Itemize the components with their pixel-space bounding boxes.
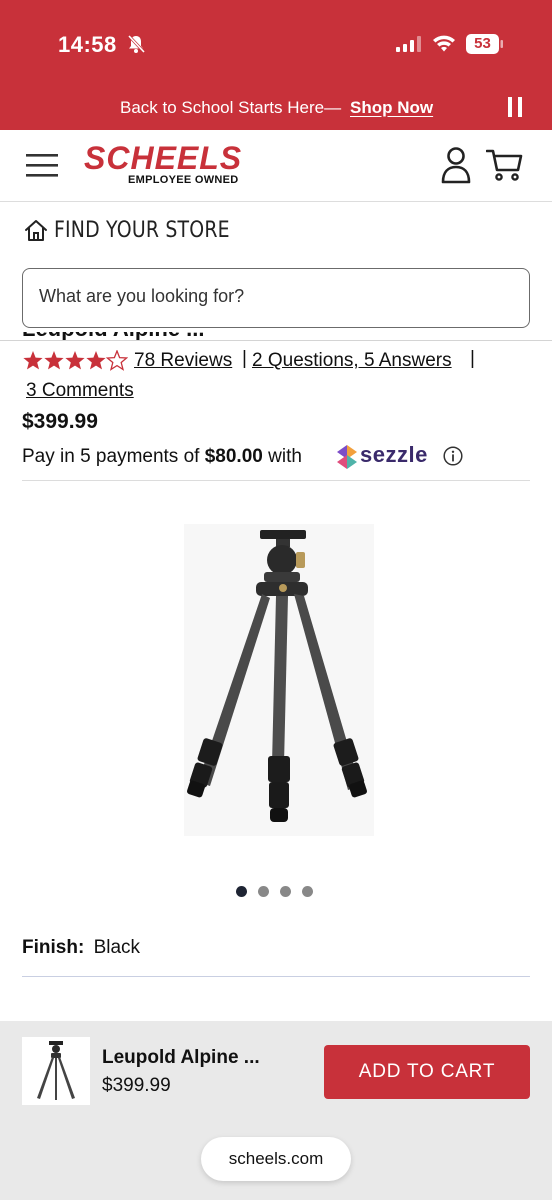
sticky-add-to-cart-bar: Leupold Alpine ... $399.99 ADD TO CART s… (0, 1021, 552, 1200)
add-to-cart-button[interactable]: ADD TO CART (324, 1045, 530, 1099)
finish-label: Finish: (22, 937, 85, 958)
battery-level: 53 (474, 35, 491, 52)
shop-now-link[interactable]: Shop Now (350, 98, 433, 118)
browser-url: scheels.com (228, 1149, 324, 1168)
separator-pipe: | (470, 348, 475, 369)
wifi-icon (433, 35, 455, 52)
pause-icon[interactable] (508, 96, 522, 118)
carousel-dot[interactable] (280, 886, 291, 897)
bell-muted-icon (127, 34, 146, 54)
reviews-link[interactable]: 78 Reviews (134, 350, 232, 372)
questions-link[interactable]: 2 Questions, 5 Answers (252, 350, 452, 372)
find-store-label: FIND YOUR STORE (54, 218, 230, 243)
product-image[interactable] (184, 524, 374, 836)
product-title-clipped: Leupold Alpine ... (22, 332, 332, 340)
installment-amount: $80.00 (204, 446, 263, 467)
star-rating-icon[interactable] (22, 350, 128, 372)
carousel-dot[interactable] (302, 886, 313, 897)
carousel-dot[interactable] (236, 886, 247, 897)
installment-text: Pay in 5 payments of $80.00 with (22, 446, 302, 468)
signal-icon (396, 36, 421, 52)
header-divider (0, 340, 552, 341)
sticky-product-price: $399.99 (102, 1075, 171, 1096)
finish-value: Black (93, 937, 141, 958)
hamburger-menu-icon[interactable] (26, 152, 58, 178)
home-icon (25, 220, 47, 241)
info-icon[interactable] (443, 446, 463, 466)
promo-banner: Back to School Starts Here— Shop Now (0, 90, 552, 130)
image-carousel-dots (236, 886, 326, 900)
finish-option: Finish: Black (22, 937, 140, 959)
carousel-dot[interactable] (258, 886, 269, 897)
battery-icon: 53 (466, 34, 503, 54)
rating-row: 78 Reviews | 2 Questions, 5 Answers | (22, 348, 532, 378)
site-header: SCHEELS EMPLOYEE OWNED (0, 130, 552, 202)
status-bar: 14:58 53 (0, 0, 552, 90)
cart-icon[interactable] (486, 148, 524, 182)
finish-divider (22, 976, 530, 977)
status-time: 14:58 (58, 32, 117, 57)
logo-tagline: EMPLOYEE OWNED (128, 174, 239, 186)
search-box[interactable] (22, 268, 530, 328)
installment-prefix: Pay in 5 payments of (22, 446, 200, 467)
promo-text: Back to School Starts Here— (120, 98, 342, 117)
sezzle-logo-icon (337, 445, 357, 469)
search-input[interactable] (39, 286, 509, 307)
logo-wordmark: SCHEELS (84, 140, 243, 176)
sticky-product-name: Leupold Alpine ... (102, 1047, 260, 1068)
product-price: $399.99 (22, 410, 98, 433)
comments-link[interactable]: 3 Comments (26, 380, 134, 402)
browser-url-pill[interactable]: scheels.com (201, 1137, 351, 1181)
product-title-overflow: Leupold Alpine ... (22, 332, 332, 340)
scheels-logo[interactable]: SCHEELS EMPLOYEE OWNED (84, 140, 260, 196)
find-your-store[interactable]: FIND YOUR STORE (0, 202, 552, 258)
tripod-image (184, 524, 374, 836)
sezzle-wordmark: sezzle (360, 442, 428, 467)
installment-with: with (268, 446, 302, 467)
product-thumbnail (22, 1037, 90, 1105)
account-icon[interactable] (440, 146, 472, 184)
separator-pipe: | (242, 348, 247, 369)
section-divider (22, 480, 530, 481)
